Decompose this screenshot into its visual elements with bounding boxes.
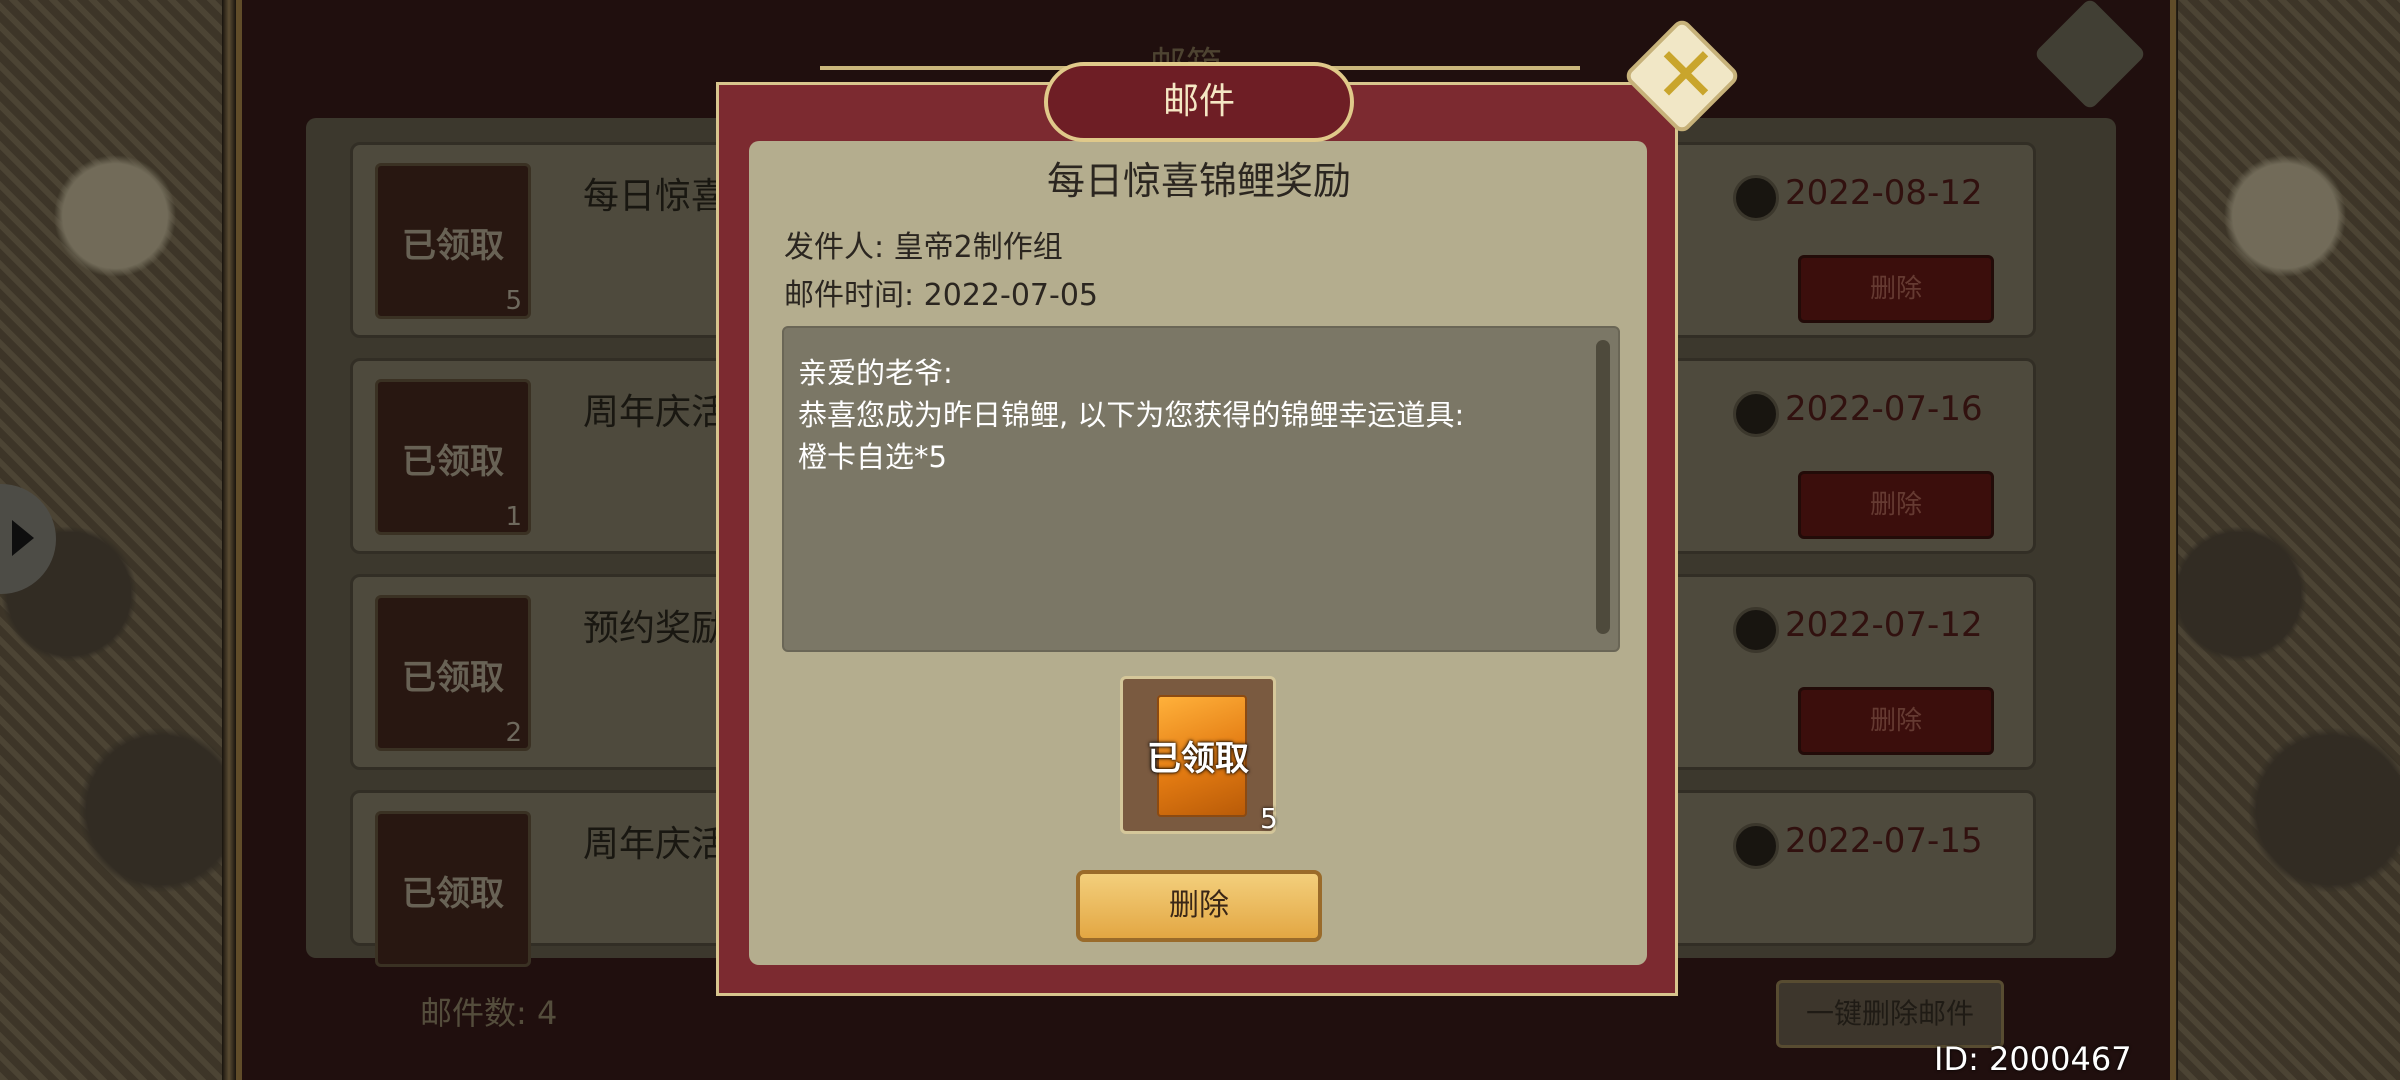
mail-sender: 发件人: 皇帝2制作组: [784, 230, 1063, 265]
reward-count: 5: [1260, 802, 1278, 835]
mail-body-line: 亲爱的老爷:: [798, 356, 953, 390]
reward-item[interactable]: 已领取: [1120, 676, 1276, 834]
claimed-stamp: 已领取: [1147, 739, 1249, 779]
delete-mail-button[interactable]: 删除: [1076, 870, 1322, 942]
mail-time: 邮件时间: 2022-07-05: [784, 278, 1098, 313]
close-icon: ✕: [1654, 30, 1718, 119]
mail-title: 每日惊喜锦鲤奖励: [1046, 159, 1351, 203]
mail-body-line: 恭喜您成为昨日锦鲤, 以下为您获得的锦鲤幸运道具:: [798, 398, 1465, 432]
mail-body-scrollbar[interactable]: [1596, 340, 1610, 634]
modal-header: 邮件: [1044, 62, 1354, 142]
mail-body-line: 橙卡自选*5: [798, 440, 947, 474]
mail-body[interactable]: 亲爱的老爷: 恭喜您成为昨日锦鲤, 以下为您获得的锦鲤幸运道具: 橙卡自选*5: [782, 326, 1620, 652]
player-id: ID: 2000467: [1934, 1040, 2132, 1078]
